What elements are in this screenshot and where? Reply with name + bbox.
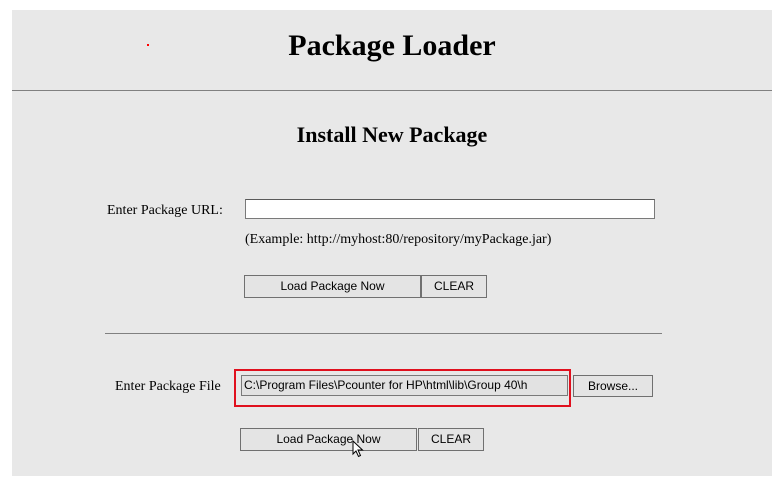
package-url-label: Enter Package URL: (107, 203, 223, 218)
page: Package Loader Install New Package Enter… (0, 0, 772, 478)
url-example-hint: (Example: http://myhost:80/repository/my… (245, 232, 552, 247)
clear-file-button[interactable]: CLEAR (418, 428, 484, 451)
package-file-label: Enter Package File (115, 379, 221, 394)
mouse-pointer-icon (352, 440, 364, 458)
browse-button[interactable]: Browse... (573, 375, 653, 397)
section-divider (105, 333, 662, 334)
package-file-input[interactable]: C:\Program Files\Pcounter for HP\html\li… (241, 375, 568, 396)
page-title: Package Loader (288, 29, 496, 62)
title-divider (12, 90, 772, 91)
load-package-url-button[interactable]: Load Package Now (244, 275, 421, 298)
load-package-file-button[interactable]: Load Package Now (240, 428, 417, 451)
clear-url-button[interactable]: CLEAR (421, 275, 487, 298)
package-url-input[interactable] (245, 199, 655, 219)
section-title: Install New Package (296, 122, 488, 147)
